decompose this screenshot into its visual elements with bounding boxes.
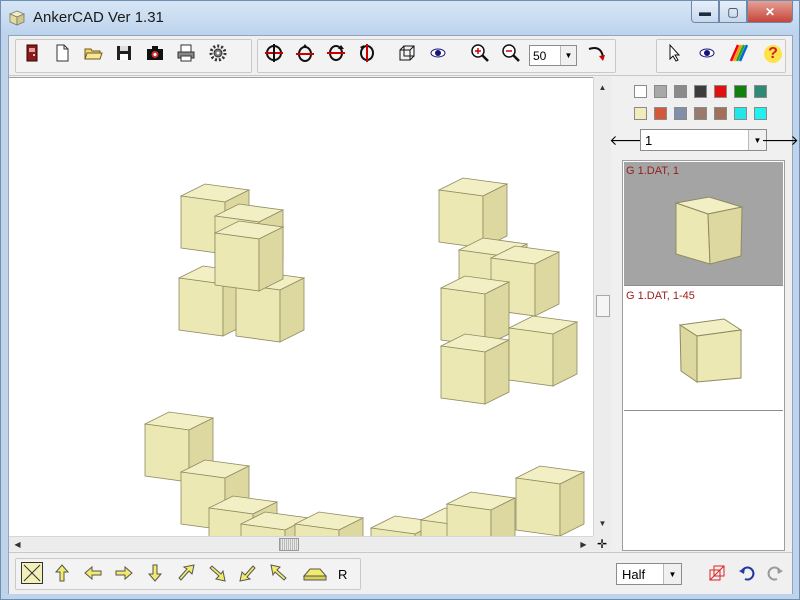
wireframe-cube-icon[interactable] — [396, 42, 418, 64]
undo-icon[interactable] — [736, 562, 758, 584]
zoom-in-icon[interactable] — [469, 42, 491, 64]
gear-icon[interactable] — [207, 42, 229, 64]
color-swatch[interactable] — [634, 107, 647, 120]
color-swatch[interactable] — [694, 85, 707, 98]
redo-icon[interactable] — [764, 562, 786, 584]
window-title: AnkerCAD Ver 1.31 — [33, 9, 164, 26]
brick-scene[interactable] — [9, 78, 593, 536]
quality-select[interactable]: Half ▼ — [616, 563, 682, 585]
main-toolbar: 50 ▼ ? — [9, 36, 792, 76]
color-swatch[interactable] — [694, 107, 707, 120]
cube-icon — [9, 10, 25, 26]
brick-cube[interactable] — [507, 315, 579, 387]
color-swatch[interactable] — [674, 107, 687, 120]
close-button[interactable]: ✕ — [747, 1, 793, 23]
eye-icon[interactable] — [427, 42, 449, 64]
rotate-up-icon[interactable] — [325, 42, 347, 64]
app-window: AnkerCAD Ver 1.31 ▬ ▢ ✕ 50 ▼ ? ▲ ▼ ◀ ▶ ✛… — [0, 0, 800, 600]
part-select-value: 1 — [645, 133, 653, 148]
part-thumbnail-list: G 1.DAT, 1 G 1.DAT, 1-45 — [622, 160, 785, 551]
color-swatch[interactable] — [654, 107, 667, 120]
arrow-up-right-icon[interactable] — [175, 562, 197, 584]
camera-icon[interactable] — [144, 42, 166, 64]
brick-cube[interactable] — [445, 491, 517, 536]
arrow-down-right-icon[interactable] — [206, 562, 228, 584]
brick-cube[interactable] — [437, 177, 509, 249]
color-swatch[interactable] — [734, 85, 747, 98]
brick-cube[interactable] — [293, 511, 365, 536]
brick-preview — [674, 196, 743, 265]
help-icon[interactable]: ? — [764, 45, 782, 63]
brick-cube[interactable] — [514, 465, 586, 536]
color-swatch[interactable] — [674, 85, 687, 98]
part-thumbnail-item[interactable]: G 1.DAT, 1-45 — [624, 287, 783, 411]
scroll-down-icon[interactable]: ▼ — [594, 515, 611, 532]
arrow-down-left-icon[interactable] — [237, 562, 259, 584]
zoom-select[interactable]: 50 ▼ — [529, 45, 577, 66]
save-disk-icon[interactable] — [113, 42, 135, 64]
color-swatch[interactable] — [754, 85, 767, 98]
exit-door-icon[interactable] — [21, 42, 43, 64]
horizontal-scroll-thumb[interactable] — [279, 538, 299, 551]
pointer-icon[interactable] — [664, 42, 686, 64]
rotate-label[interactable]: R — [338, 567, 347, 582]
color-swatch[interactable] — [754, 107, 767, 120]
window-controls: ▬ ▢ ✕ — [691, 1, 793, 23]
arrow-right-icon[interactable]: 🡒 — [761, 132, 799, 148]
rainbow-icon[interactable] — [727, 42, 749, 64]
brick-cube[interactable] — [213, 220, 285, 292]
color-swatch[interactable] — [734, 107, 747, 120]
rotate-left-icon[interactable] — [263, 42, 285, 64]
zoom-out-icon[interactable] — [500, 42, 522, 64]
color-swatch[interactable] — [714, 85, 727, 98]
chevron-down-icon[interactable]: ▼ — [560, 46, 576, 65]
quality-value: Half — [622, 567, 646, 582]
minimize-button[interactable]: ▬ — [691, 1, 719, 23]
part-thumbnail-item[interactable]: G 1.DAT, 1 — [624, 162, 783, 286]
curve-arrow-icon[interactable] — [586, 42, 608, 64]
right-panel: 🡐 1 ▼ 🡒 G 1.DAT, 1 G 1.DAT, 1-45 — [609, 77, 799, 551]
zoom-value: 50 — [533, 49, 547, 63]
select-box-icon[interactable] — [21, 562, 43, 584]
horizontal-scrollbar[interactable]: ◀ ▶ — [9, 536, 593, 551]
arrow-right-icon[interactable] — [113, 562, 135, 584]
flat-plate-icon[interactable] — [301, 562, 329, 584]
arrow-left-icon[interactable]: 🡐 — [609, 132, 647, 148]
rotate-right-icon[interactable] — [294, 42, 316, 64]
open-folder-icon[interactable] — [82, 42, 104, 64]
part-select[interactable]: 1 ▼ — [640, 129, 767, 151]
brick-cube[interactable] — [439, 333, 511, 405]
color-swatch[interactable] — [634, 85, 647, 98]
crosshair-icon[interactable]: ✛ — [593, 536, 611, 551]
client-area: 50 ▼ ? ▲ ▼ ◀ ▶ ✛ 🡐 1 ▼ 🡒 G 1.DAT, 1 G 1.… — [8, 35, 799, 594]
arrow-down-icon[interactable] — [144, 562, 166, 584]
arrow-left-icon[interactable] — [82, 562, 104, 584]
title-bar[interactable]: AnkerCAD Ver 1.31 ▬ ▢ ✕ — [1, 1, 799, 35]
chevron-down-icon[interactable]: ▼ — [663, 564, 681, 584]
arrow-up-icon[interactable] — [51, 562, 73, 584]
3d-viewport[interactable] — [9, 77, 604, 536]
bottom-toolbar: R Half ▼ — [9, 552, 792, 594]
new-file-icon[interactable] — [51, 42, 73, 64]
brick-preview — [678, 318, 743, 383]
scroll-right-icon[interactable]: ▶ — [575, 537, 592, 551]
maximize-button[interactable]: ▢ — [719, 1, 747, 23]
scroll-left-icon[interactable]: ◀ — [9, 537, 26, 551]
arrow-up-left-icon[interactable] — [268, 562, 290, 584]
printer-icon[interactable] — [175, 42, 197, 64]
color-swatch[interactable] — [654, 85, 667, 98]
scroll-up-icon[interactable]: ▲ — [594, 79, 611, 96]
eye-icon[interactable] — [696, 42, 718, 64]
cube-select-icon[interactable] — [706, 562, 728, 584]
vertical-scroll-thumb[interactable] — [596, 295, 610, 317]
rotate-down-icon[interactable] — [356, 42, 378, 64]
color-swatch[interactable] — [714, 107, 727, 120]
